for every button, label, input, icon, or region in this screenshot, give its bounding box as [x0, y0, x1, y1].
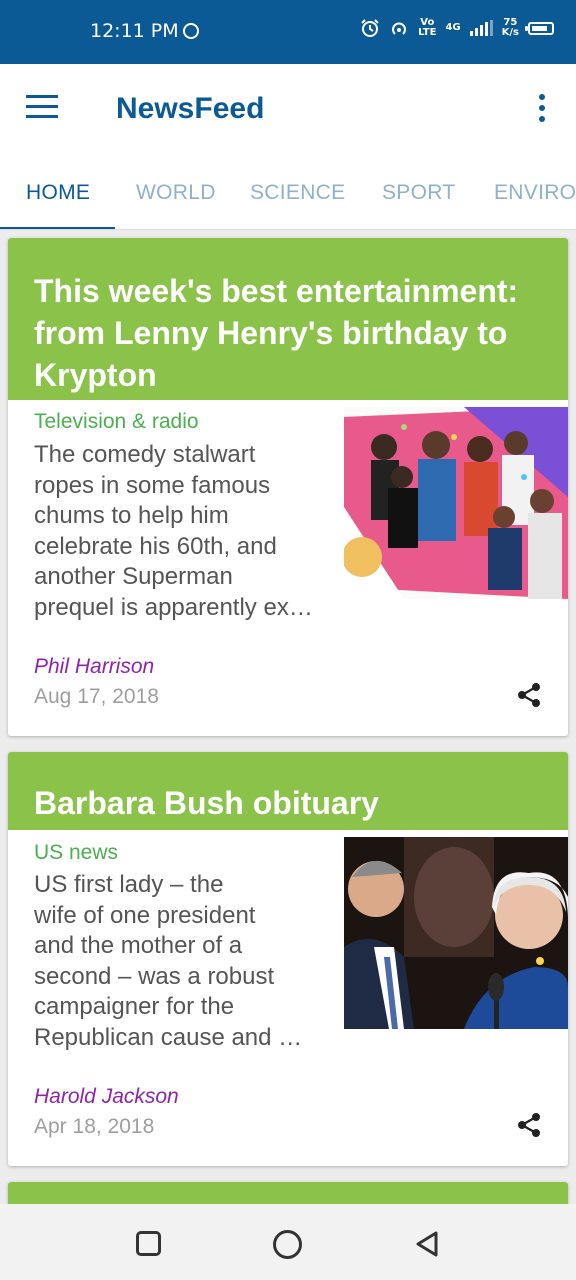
summary-line: celebrate his 60th, and — [34, 532, 277, 560]
clock-text: 12:11 PM — [90, 20, 179, 42]
system-nav-bar — [0, 1204, 576, 1280]
hamburger-menu-icon[interactable] — [26, 95, 62, 125]
battery-icon — [525, 21, 554, 35]
tab-sport[interactable]: SPORT — [382, 181, 455, 205]
status-time: 12:11 PM — [90, 20, 199, 42]
article-title[interactable]: This week's best entertainment: from Len… — [8, 238, 568, 400]
article-section: Television & radio — [34, 410, 199, 433]
article-date: Apr 18, 2018 — [34, 1115, 155, 1138]
summary-line: second – was a robust — [34, 962, 275, 990]
tab-indicator — [0, 227, 115, 229]
network-badge: 4G — [445, 23, 460, 33]
article-image[interactable] — [344, 407, 568, 599]
article-title-line: from Lenny Henry's birthday to — [34, 315, 508, 351]
hotspot-icon — [182, 23, 199, 39]
summary-line: chums to help him — [34, 502, 229, 529]
summary-line: another Superman — [34, 563, 233, 590]
article-image[interactable] — [344, 837, 568, 1029]
net-badge-text: 4G — [445, 22, 461, 33]
recent-apps-icon[interactable] — [136, 1231, 161, 1256]
app-title: NewsFeed — [116, 92, 265, 125]
article-author: Harold Jackson — [34, 1085, 179, 1108]
summary-line: prequel is apparently ex… — [34, 593, 313, 621]
summary-line: ropes in some famous — [34, 471, 271, 499]
more-vert-icon[interactable] — [536, 94, 548, 126]
summary-line: wife of one president — [34, 901, 256, 929]
wifi-hotspot-icon — [392, 22, 407, 35]
summary-line: Republican cause and … — [34, 1023, 303, 1051]
status-icons: Vo LTE 4G 75 K/s — [360, 18, 554, 38]
speed-bottom-text: K/s — [501, 27, 519, 38]
article-title[interactable]: Barbara Bush obituary — [8, 752, 568, 830]
summary-line: US first lady – the — [34, 871, 224, 898]
summary-line: campaigner for the — [34, 993, 235, 1020]
article-summary: US first lady – the wife of one presiden… — [34, 870, 334, 1053]
summary-line: The comedy stalwart — [34, 441, 256, 468]
tab-home[interactable]: HOME — [26, 181, 90, 205]
article-card[interactable]: This week's best entertainment: from Len… — [8, 238, 568, 736]
alarm-icon — [361, 19, 379, 37]
share-icon[interactable] — [516, 1112, 542, 1138]
share-icon[interactable] — [516, 682, 542, 708]
lte-bottom-text: LTE — [418, 27, 437, 38]
summary-line: and the mother of a — [34, 932, 243, 959]
app-bar: NewsFeed — [0, 64, 576, 156]
tab-world[interactable]: WORLD — [136, 181, 216, 205]
article-card[interactable]: Barbara Bush obituary US news US first l… — [8, 752, 568, 1166]
tab-environment[interactable]: ENVIRO — [494, 181, 576, 205]
status-bar: 12:11 PM Vo LTE 4G 75 K/s — [0, 0, 576, 64]
lte-indicator: Vo LTE — [418, 18, 436, 38]
article-section: US news — [34, 841, 119, 864]
tab-science[interactable]: SCIENCE — [250, 181, 345, 205]
signal-icon — [469, 20, 493, 36]
home-circle-icon[interactable] — [273, 1230, 302, 1259]
article-title-line: This week's best entertainment: — [34, 273, 519, 309]
speed-indicator: 75 K/s — [502, 18, 519, 38]
article-author: Phil Harrison — [34, 655, 155, 678]
article-summary: The comedy stalwart ropes in some famous… — [34, 440, 334, 623]
back-triangle-icon[interactable] — [412, 1229, 442, 1259]
article-date: Aug 17, 2018 — [34, 685, 159, 708]
article-title-line: Barbara Bush obituary — [34, 785, 379, 821]
article-title-line: Krypton — [34, 357, 157, 393]
section-tabs: HOME WORLD SCIENCE SPORT ENVIRO — [0, 156, 576, 230]
